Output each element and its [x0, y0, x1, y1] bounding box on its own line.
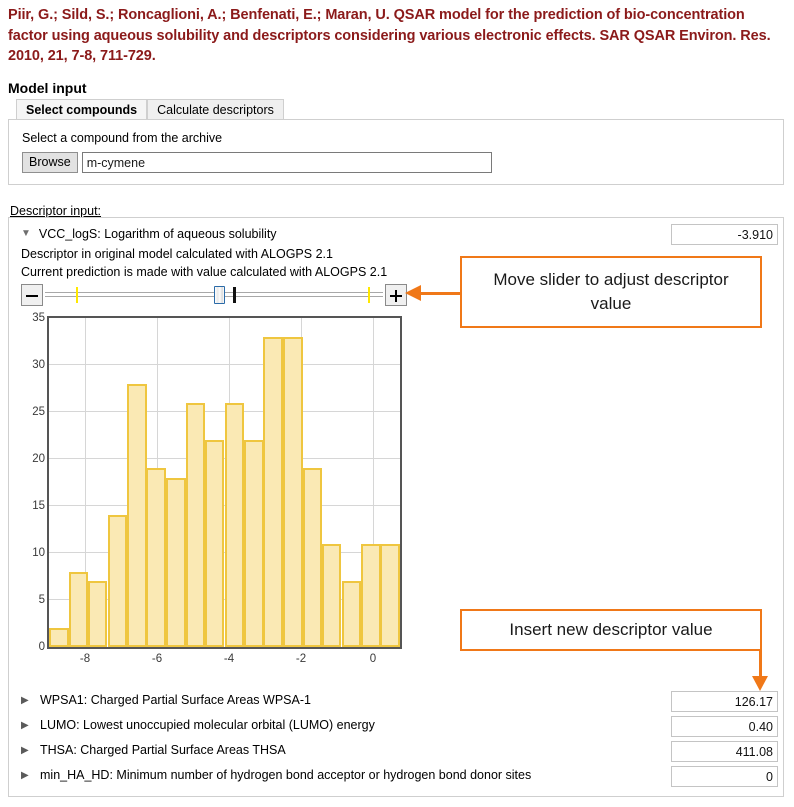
callout-connector-slider	[420, 292, 461, 295]
y-axis-tick: 30	[32, 359, 45, 371]
descriptor-row-vcc-logs[interactable]: ▼ VCC_logS: Logarithm of aqueous solubil…	[21, 227, 277, 241]
descriptor-label-thsa: THSA: Charged Partial Surface Areas THSA	[40, 743, 286, 757]
y-axis-tick: 0	[38, 641, 45, 653]
y-axis-tick: 25	[32, 406, 45, 418]
y-axis-tick: 5	[38, 594, 45, 606]
y-axis-tick: 15	[32, 500, 45, 512]
descriptor-distribution-histogram: 0 5 10 15 20 25 30 35 -8 -6 -4 -2 0	[21, 310, 406, 675]
histogram-bar	[341, 581, 361, 647]
descriptor-row-min-ha-hd[interactable]: ▶ min_HA_HD: Minimum number of hydrogen …	[9, 764, 783, 789]
descriptor-note-current-prediction: Current prediction is made with value ca…	[21, 265, 388, 279]
descriptor-label-lumo: LUMO: Lowest unoccupied molecular orbita…	[40, 718, 375, 732]
x-axis-tick: 0	[369, 653, 377, 665]
select-compound-label: Select a compound from the archive	[22, 131, 223, 145]
descriptor-row-lumo[interactable]: ▶ LUMO: Lowest unoccupied molecular orbi…	[9, 714, 783, 739]
y-axis-tick: 10	[32, 547, 45, 559]
slider-original-value-marker	[233, 287, 236, 303]
descriptor-value-input-wpsa1[interactable]	[671, 691, 778, 712]
chevron-right-icon[interactable]: ▶	[21, 745, 29, 756]
chevron-right-icon[interactable]: ▶	[21, 770, 29, 781]
browse-button[interactable]: Browse	[22, 152, 78, 173]
descriptor-value-input-thsa[interactable]	[671, 741, 778, 762]
y-axis-tick: 20	[32, 453, 45, 465]
descriptor-note-original-model: Descriptor in original model calculated …	[21, 247, 333, 261]
descriptor-value-input-vcc-logs[interactable]	[671, 224, 778, 245]
histogram-bar	[263, 336, 283, 647]
descriptor-label-wpsa1: WPSA1: Charged Partial Surface Areas WPS…	[40, 693, 311, 707]
chevron-right-icon[interactable]: ▶	[21, 720, 29, 731]
callout-arrow-slider-icon	[405, 285, 421, 301]
slider-range-marker-max	[368, 287, 370, 303]
slider-thumb[interactable]	[214, 286, 225, 304]
histogram-bar	[68, 571, 88, 647]
x-axis-tick: -2	[295, 653, 307, 665]
histogram-bar	[49, 628, 69, 647]
descriptor-value-input-min-ha-hd[interactable]	[671, 766, 778, 787]
descriptor-value-input-lumo[interactable]	[671, 716, 778, 737]
y-axis-tick-labels: 0 5 10 15 20 25 30 35	[21, 312, 45, 653]
x-axis-tick: -6	[151, 653, 163, 665]
slider-increment-button[interactable]	[385, 284, 407, 306]
histogram-bar	[302, 468, 322, 647]
y-axis-tick: 35	[32, 312, 45, 324]
histogram-bar	[185, 402, 205, 647]
descriptor-row-thsa[interactable]: ▶ THSA: Charged Partial Surface Areas TH…	[9, 739, 783, 764]
x-axis-tick: -8	[79, 653, 91, 665]
tabstrip: Select compounds Calculate descriptors	[16, 98, 284, 119]
chevron-right-icon[interactable]: ▶	[21, 695, 29, 706]
descriptor-slider[interactable]	[21, 284, 407, 306]
citation-text: Piir, G.; Sild, S.; Roncaglioni, A.; Ben…	[8, 7, 771, 64]
select-compounds-panel: Select a compound from the archive Brows…	[8, 119, 784, 185]
callout-arrow-insert-icon	[752, 676, 768, 691]
chevron-down-icon[interactable]: ▼	[21, 229, 31, 239]
descriptor-row-wpsa1[interactable]: ▶ WPSA1: Charged Partial Surface Areas W…	[9, 689, 783, 714]
x-axis-tick-labels: -8 -6 -4 -2 0	[47, 653, 402, 671]
histogram-bar	[127, 383, 147, 647]
browse-row: Browse	[22, 152, 492, 173]
plot-area	[47, 316, 402, 649]
descriptor-label-vcc-logs: VCC_logS: Logarithm of aqueous solubilit…	[38, 227, 277, 241]
histogram-bar	[283, 336, 303, 647]
histogram-bar	[204, 440, 225, 647]
callout-connector-insert	[759, 649, 762, 677]
tab-select-compounds[interactable]: Select compounds	[16, 99, 148, 119]
histogram-bar	[146, 468, 166, 647]
page-title: Model input	[8, 80, 87, 96]
histogram-bar	[380, 543, 400, 647]
slider-range-marker-min	[76, 287, 78, 303]
histogram-bar	[361, 543, 381, 647]
gridline-horizontal	[49, 364, 400, 365]
histogram-bar	[107, 515, 127, 647]
callout-move-slider: Move slider to adjust descriptor value	[460, 256, 762, 328]
histogram-bar	[166, 477, 186, 647]
descriptor-label-min-ha-hd: min_HA_HD: Minimum number of hydrogen bo…	[40, 768, 532, 782]
histogram-bar	[244, 440, 264, 647]
compound-input[interactable]	[81, 152, 492, 173]
x-axis-tick: -4	[223, 653, 235, 665]
histogram-bar	[224, 402, 244, 647]
callout-insert-value: Insert new descriptor value	[460, 609, 762, 651]
slider-decrement-button[interactable]	[21, 284, 43, 306]
tab-calculate-descriptors[interactable]: Calculate descriptors	[147, 99, 284, 119]
histogram-bar	[87, 581, 108, 647]
descriptor-input-section-label: Descriptor input:	[10, 204, 102, 218]
histogram-bar	[321, 543, 342, 647]
